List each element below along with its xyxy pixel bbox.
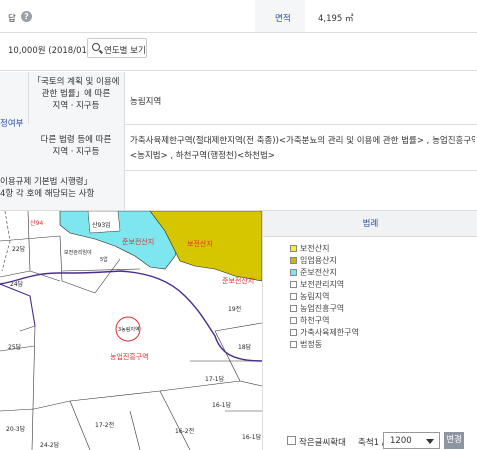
zoning-header-national-line3: 지역ㆍ지구등	[52, 101, 100, 111]
map-label: 16-1답	[242, 434, 262, 441]
map-label: 준보전산지	[222, 276, 254, 285]
zoning-header-other-line1: 다른 법령 등에 따른	[40, 135, 112, 145]
zoning-header-national-line1: 「국토의 계획 및 이용에	[32, 77, 120, 87]
jimok-value: 답	[8, 14, 16, 24]
search-icon	[92, 43, 100, 51]
legend-swatch	[290, 341, 297, 348]
zoning-header-national-line2: 관한 법률」에 따른	[41, 89, 111, 99]
scale-label: 축척1 /	[358, 438, 385, 448]
map-label: 5업	[100, 256, 108, 263]
zoning-header-national: 「국토의 계획 및 이용에 관한 법률」에 따른 지역ㆍ지구등	[28, 72, 124, 124]
year-view-label: 연도별 보기	[104, 46, 146, 56]
zoning-section-label: 정여부	[0, 119, 24, 129]
map-label: 준보전산지	[122, 237, 154, 246]
price-value: 10,000원 (2018/01)	[8, 46, 91, 56]
map-label: 산94	[30, 219, 43, 227]
map-label: 17-2전	[95, 421, 114, 429]
map-label: 보전산지	[187, 239, 213, 248]
legend-swatch	[290, 293, 297, 300]
zoning-header-other: 다른 법령 등에 따른 지역ㆍ지구등	[28, 124, 124, 170]
zoning-header-regulation-line1: 이용규제 기본법 시행령」	[0, 177, 93, 187]
map-label: 22답	[12, 246, 26, 253]
zoning-value-other-line2: <농지법> , 하천구역(행정천)<하천법>	[130, 151, 275, 161]
zoning-value-other: 가축사육제한구역(절대제한지역(전 축종))<가축분뇨의 관리 및 이용에 관한…	[130, 134, 475, 164]
scale-select[interactable]: 1200	[383, 432, 440, 449]
map-label: 17-1답	[205, 376, 225, 383]
zoning-header-regulation-line2: 4항 각 호에 해당되는 사항	[0, 189, 95, 199]
legend-panel: 범례 보전산지 임업용산지 준보전산지 보전관리지역 농림지역 농업진흥구역 하…	[262, 211, 477, 450]
map-controls: 작은글씨확대 축척1 / 1200 변경	[263, 430, 477, 450]
scale-change-button[interactable]: 변경	[444, 432, 464, 449]
map-label: 18답	[238, 344, 252, 351]
map-label: 16-1답	[212, 402, 232, 409]
legend-swatch	[290, 329, 297, 336]
legend-swatch	[290, 269, 297, 276]
legend-title: 범례	[263, 211, 477, 237]
land-use-map[interactable]: 22답 산93임 보전관리임야 5업 24답 산94 준보전산지 보전산지 준보…	[0, 211, 262, 450]
map-label: 25답	[8, 344, 22, 351]
year-view-button[interactable]: 연도별 보기	[87, 38, 147, 58]
map-label: 24답	[10, 281, 24, 288]
zoning-header-other-line2: 지역ㆍ지구등	[52, 147, 100, 157]
map-label: 3농림지역	[118, 326, 140, 333]
area-label: 면적	[275, 14, 291, 24]
area-value: 4,195 ㎡	[318, 14, 354, 24]
map-label: 농업진흥구역	[110, 352, 149, 361]
legend-swatch	[290, 281, 297, 288]
legend-swatch	[290, 245, 297, 252]
map-label: 19전	[228, 305, 241, 313]
legend-swatch	[290, 305, 297, 312]
enlarge-text-checkbox[interactable]	[287, 436, 296, 445]
info-row-jimok: 답 ? 면적 4,195 ㎡	[0, 0, 477, 32]
legend-swatch	[290, 257, 297, 264]
map-canvas[interactable]: 22답 산93임 보전관리임야 5업 24답 산94 준보전산지 보전산지 준보…	[0, 211, 262, 450]
map-label: 산93임	[92, 221, 111, 229]
enlarge-text-label: 작은글씨확대	[299, 438, 346, 448]
map-label: 24-2답	[40, 442, 60, 449]
zoning-header-regulation: 이용규제 기본법 시행령」 4항 각 호에 해당되는 사항	[0, 170, 124, 210]
zoning-value-national: 농림지역	[130, 97, 162, 107]
legend-swatch	[290, 317, 297, 324]
zoning-value-other-line1: 가축사육제한구역(절대제한지역(전 축종))<가축분뇨의 관리 및 이용에 관한…	[130, 136, 475, 146]
help-icon[interactable]: ?	[21, 11, 32, 22]
map-label: 20-3답	[6, 426, 26, 433]
map-label: 16-2전	[175, 427, 194, 435]
chevron-down-icon	[426, 439, 434, 444]
scale-value: 1200	[390, 436, 412, 446]
map-label: 보전관리임야	[64, 249, 92, 256]
area-label-cell: 면적	[255, 0, 305, 32]
